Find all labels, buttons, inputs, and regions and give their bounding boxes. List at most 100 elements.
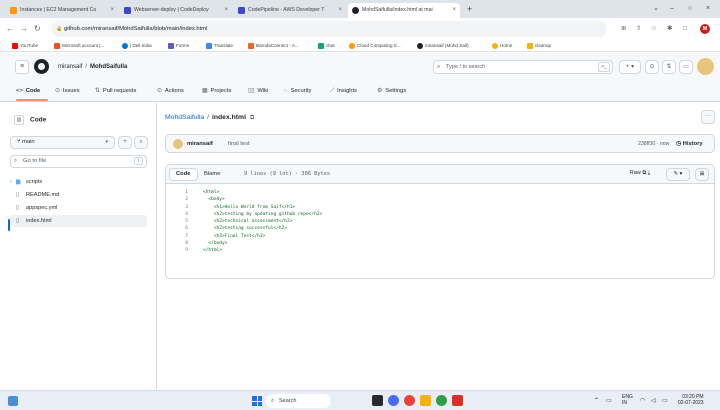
browser-tab[interactable]: Webserver-deploy | CodeDeploy × [120, 3, 232, 18]
bookmark-item[interactable]: chat [318, 41, 335, 51]
create-new-button[interactable]: + ▾ [619, 60, 641, 74]
repo-link[interactable]: MohdSaifulla [165, 114, 204, 121]
sidebar-collapse-icon[interactable]: ▥ [14, 115, 24, 125]
bookmark-item[interactable]: | Dell India [122, 41, 152, 51]
bookmark-item[interactable]: Home [492, 41, 512, 51]
chevron-up-icon[interactable]: ⌃ [594, 394, 599, 408]
bookmark-item[interactable]: cleanup [527, 41, 551, 51]
tree-item-appspec[interactable]: ▯ appspec.yml [10, 202, 147, 214]
bookmark-item[interactable]: miransaif (Mohd Saif) [417, 41, 469, 51]
more-options-button[interactable]: ··· [701, 110, 715, 124]
repo-link[interactable]: MohdSaifulla [90, 64, 127, 70]
go-to-file-input[interactable]: ⌕ Go to file t [10, 155, 147, 168]
security-app-icon[interactable] [452, 395, 463, 406]
tree-item-scripts[interactable]: › ▆ scripts [10, 176, 147, 188]
app-icon[interactable] [436, 395, 447, 406]
bookmark-item[interactable]: Forms [168, 41, 189, 51]
new-tab-button[interactable]: + [467, 3, 472, 16]
tab-blame-view[interactable]: Blame [198, 168, 226, 181]
tab-actions[interactable]: ⊙ Actions [157, 85, 184, 97]
tab-wiki[interactable]: ▯▯ Wiki [248, 85, 268, 97]
tab-pull-requests[interactable]: ⇅ Pull requests [95, 85, 136, 97]
close-icon[interactable]: × [224, 3, 228, 18]
chat-icon[interactable] [388, 395, 399, 406]
language-indicator[interactable]: ENG IN [622, 394, 633, 406]
browser-tab-active[interactable]: MohdSaifulla/index.html at mai × [348, 3, 460, 18]
command-palette-icon[interactable]: >_ [598, 62, 610, 72]
copy-raw-icon[interactable]: ⧉ [642, 170, 646, 176]
commit-message[interactable]: final test [228, 139, 250, 149]
tab-insights[interactable]: ⟋ Insights [330, 85, 357, 97]
search-icon: ⌕ [14, 158, 18, 164]
profile-avatar[interactable]: M [700, 24, 710, 34]
tree-item-readme[interactable]: ▯ README.md [10, 189, 147, 201]
tab-projects[interactable]: ▦ Projects [202, 85, 231, 97]
github-logo-icon[interactable] [34, 59, 49, 74]
search-input[interactable]: ⌕ Type / to search >_ [433, 60, 613, 74]
forward-icon[interactable]: → [20, 22, 28, 36]
wifi-icon[interactable]: ◠ [640, 394, 645, 408]
tree-item-index-html[interactable]: ▯ index.html [10, 215, 147, 227]
bookmark-item[interactable]: BarodaConnect - A... [248, 41, 299, 51]
back-icon[interactable]: ← [6, 22, 14, 36]
maximize-icon[interactable]: ○ [688, 3, 692, 15]
close-window-icon[interactable]: × [706, 3, 710, 15]
inbox-icon[interactable]: ▭ [679, 60, 693, 74]
install-icon[interactable]: ⊕ [621, 23, 626, 35]
commit-sha-time[interactable]: 238ff30 · now [638, 139, 669, 149]
display-icon[interactable]: ▭ [606, 394, 612, 408]
tab-settings[interactable]: ⚙ Settings [377, 85, 406, 97]
start-button[interactable] [252, 396, 262, 406]
chrome-icon[interactable] [404, 395, 415, 406]
tab-code[interactable]: <> Code [16, 85, 40, 97]
search-files-button[interactable]: ⌕ [134, 136, 148, 149]
download-icon[interactable]: ⤓ [648, 170, 650, 176]
shield-icon: ◌ [284, 88, 288, 94]
chevron-right-icon[interactable]: › [10, 176, 12, 188]
edit-button[interactable]: ✎ ▾ [666, 168, 690, 181]
widgets-icon[interactable] [8, 396, 18, 406]
branch-selector[interactable]: ⑂ main ▾ [10, 136, 115, 149]
add-file-button[interactable]: + [118, 136, 132, 149]
symbols-panel-icon[interactable]: ⊞ [695, 168, 709, 181]
copy-icon[interactable]: ⧉ [250, 115, 254, 121]
battery-icon[interactable]: ▭ [662, 394, 668, 408]
volume-icon[interactable]: ◁ [651, 394, 656, 408]
bookmark-item[interactable]: YouTube [12, 41, 38, 51]
sidepanel-icon[interactable]: □ [683, 23, 687, 35]
commit-author[interactable]: miransaif [187, 139, 213, 149]
tab-issues[interactable]: ⊙ Issues [55, 85, 80, 97]
tab-code-view[interactable]: Code [169, 168, 198, 181]
pull-requests-icon[interactable]: ⇅ [662, 60, 676, 74]
browser-tab[interactable]: CodePipeline - AWS Developer T × [234, 3, 346, 18]
reload-icon[interactable]: ↻ [34, 22, 41, 36]
browser-tab[interactable]: Instances | EC2 Management Co × [6, 3, 118, 18]
close-icon[interactable]: × [452, 3, 456, 18]
bookmark-item[interactable]: Microsoft account |... [54, 41, 104, 51]
avatar[interactable] [697, 58, 714, 75]
bookmark-item[interactable]: Cloud Computing S... [349, 41, 401, 51]
aws-icon [10, 7, 17, 14]
file-explorer-icon[interactable] [420, 395, 431, 406]
close-icon[interactable]: × [110, 3, 114, 18]
share-icon[interactable]: ⇧ [636, 23, 641, 35]
issues-icon[interactable]: ⊙ [645, 60, 659, 74]
minimize-icon[interactable]: – [670, 3, 674, 15]
owner-link[interactable]: miransaif [58, 64, 82, 70]
address-bar[interactable]: 🔒 github.com/miransaif/MohdSaifulla/blob… [52, 21, 607, 37]
close-icon[interactable]: × [338, 3, 342, 18]
tab-security[interactable]: ◌ Security [284, 85, 311, 97]
raw-button[interactable]: Raw [630, 170, 641, 176]
taskbar-search[interactable]: ⌕ Search [266, 394, 331, 408]
search-placeholder: Type / to search [446, 64, 486, 70]
gear-icon: ⚙ [377, 88, 383, 94]
task-view-icon[interactable] [372, 395, 383, 406]
avatar[interactable] [173, 139, 183, 149]
history-button[interactable]: ◷ History [676, 139, 703, 149]
extensions-icon[interactable]: ✱ [667, 23, 672, 35]
menu-icon[interactable]: ≡ [15, 60, 29, 74]
bookmark-item[interactable]: Translate [206, 41, 233, 51]
bookmark-star-icon[interactable]: ☆ [651, 23, 657, 35]
clock[interactable]: 03:20 PM 02-07-2023 [678, 394, 704, 406]
chevron-down-icon[interactable]: ⌄ [653, 3, 659, 15]
